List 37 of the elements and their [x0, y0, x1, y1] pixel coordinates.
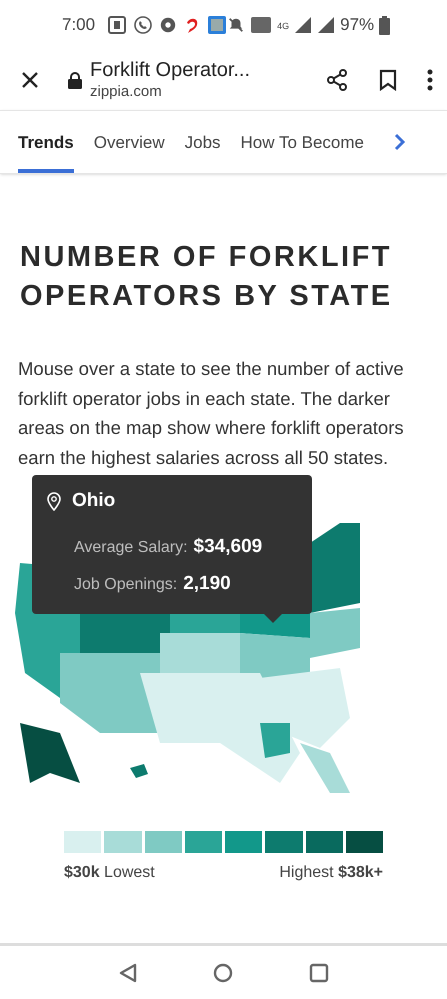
- home-icon[interactable]: [213, 962, 234, 982]
- section-heading: NUMBER OF FORKLIFT OPERATORS BY STATE: [20, 240, 394, 314]
- tooltip-value: $34,609: [194, 535, 262, 560]
- tooltip-state: Ohio: [72, 488, 116, 513]
- share-icon: [325, 68, 349, 92]
- nav-tab[interactable]: Jobs: [184, 130, 221, 173]
- legend-high-label: Highest $38k+: [279, 862, 383, 883]
- legend-low-label: $30k Lowest: [64, 862, 155, 883]
- more-icon: [427, 69, 433, 91]
- gallery-icon: [107, 15, 128, 35]
- recents-icon[interactable]: [309, 962, 330, 982]
- back-icon[interactable]: [118, 962, 138, 982]
- battery-percent: 97%: [340, 14, 374, 36]
- share-button[interactable]: [325, 68, 349, 92]
- nav-tab[interactable]: Trends: [18, 130, 74, 173]
- phone-icon: [133, 15, 154, 35]
- lock-icon: [68, 72, 82, 88]
- page-title: Forklift Operator...: [90, 58, 250, 84]
- bookmark-icon: [379, 69, 397, 91]
- close-icon: [21, 71, 39, 89]
- nav-tab[interactable]: How To Become: [240, 130, 364, 173]
- signal-icon: [294, 16, 312, 34]
- bookmark-button[interactable]: [379, 69, 397, 91]
- signal-icon: [317, 16, 336, 34]
- description-text: Mouse over a state to see the number of active forklift operator jobs in each state. The darker areas on the map show where forklift operators earn the highest salaries across all 50 states.: [18, 357, 405, 470]
- tooltip-label: Job Openings:: [74, 574, 178, 595]
- menu-button[interactable]: [427, 69, 433, 91]
- network-label: 4G: [277, 20, 290, 34]
- page-domain: zippia.com: [90, 83, 163, 102]
- status-time: 7:00: [62, 14, 96, 36]
- tooltip-label: Average Salary:: [74, 538, 188, 558]
- nav-tab[interactable]: Overview: [94, 130, 165, 173]
- chevron-right-icon[interactable]: [394, 133, 406, 151]
- tooltip-value: 2,190: [183, 572, 231, 596]
- battery-icon: [379, 16, 390, 34]
- location-pin-icon: [46, 490, 62, 511]
- mute-icon: [227, 16, 246, 34]
